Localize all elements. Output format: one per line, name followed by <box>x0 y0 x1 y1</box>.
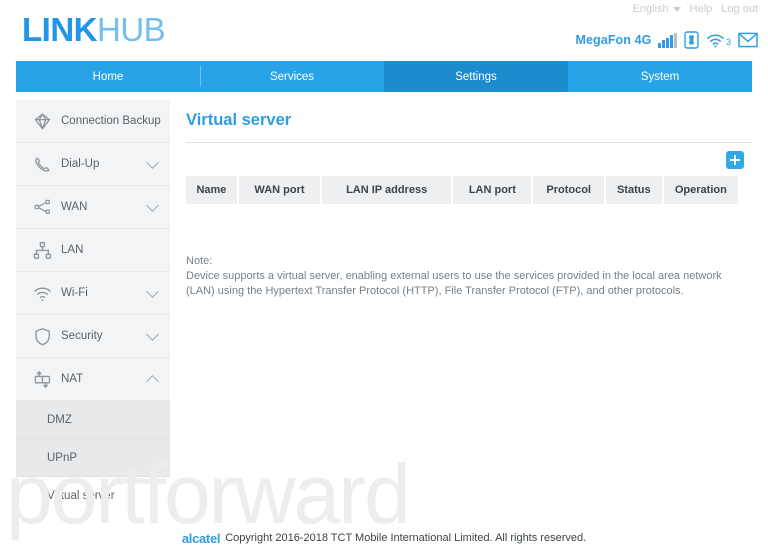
nav-item-home[interactable]: Home <box>16 61 200 92</box>
language-selector[interactable]: English <box>633 3 681 15</box>
table-column-header: Status <box>605 176 662 204</box>
sidebar-item-label: Security <box>61 330 103 342</box>
sidebar-item-lan[interactable]: LAN <box>16 229 170 272</box>
sidebar-subitem-dmz[interactable]: DMZ <box>16 401 170 439</box>
sidebar-subitem-label: DMZ <box>47 413 72 426</box>
nav-item-label: Settings <box>455 70 497 83</box>
wifi-client-count: 3 <box>725 36 731 47</box>
wifi-icon-group: 3 <box>706 33 731 48</box>
sidebar-item-nat[interactable]: NAT <box>16 358 170 401</box>
sim-card-icon <box>684 31 699 49</box>
nav-item-label: Home <box>92 70 124 83</box>
sidebar-item-dial-up[interactable]: Dial-Up <box>16 143 170 186</box>
table-column-header: LAN port <box>453 176 532 204</box>
sidebar-subitem-label: UPnP <box>47 451 78 464</box>
diamond-icon <box>32 111 53 132</box>
sidebar-item-label: LAN <box>61 244 84 256</box>
virtual-server-table-header: Name WAN port LAN IP address LAN port Protoc… <box>186 176 739 204</box>
wifi-icon <box>32 283 53 304</box>
logo-primary: LINK <box>22 11 98 48</box>
nav-item-settings[interactable]: Settings <box>384 61 568 92</box>
sidebar-subitem-label: Virtual server <box>47 490 115 502</box>
wifi-icon <box>707 33 724 47</box>
help-link[interactable]: Help <box>690 3 713 15</box>
sidebar-item-label: Connection Backup <box>61 115 161 127</box>
logout-link[interactable]: Log out <box>721 3 758 15</box>
nat-arrows-icon <box>32 369 53 390</box>
chevron-down-icon[interactable] <box>146 156 159 169</box>
table-column-header: WAN port <box>238 176 321 204</box>
status-bar: MegaFon 4G 3 <box>575 31 758 49</box>
shield-icon <box>32 326 53 347</box>
sidebar-item-label: Dial-Up <box>61 158 100 170</box>
nav-item-system[interactable]: System <box>568 61 752 92</box>
sidebar-item-label: NAT <box>61 373 84 385</box>
logo: LINKHUB <box>22 11 166 49</box>
add-rule-button[interactable] <box>726 151 744 169</box>
table-column-header: LAN IP address <box>322 176 452 204</box>
nav-item-services[interactable]: Services <box>200 61 384 92</box>
table-column-header: Operation <box>663 176 739 204</box>
chevron-down-icon[interactable] <box>146 328 159 341</box>
table-column-header: Protocol <box>533 176 604 204</box>
table-toolbar <box>186 143 752 176</box>
sidebar: Connection Backup Dial-Up WAN LAN Wi-Fi Secur… <box>16 100 170 515</box>
header-links: English Help Log out <box>633 3 758 15</box>
sidebar-item-security[interactable]: Security <box>16 315 170 358</box>
note-text: Device supports a virtual server, enabli… <box>186 270 722 297</box>
copyright-text: Copyright 2016-2018 TCT Mobile Internati… <box>225 532 587 544</box>
table-column-header: Name <box>186 176 237 204</box>
share-nodes-icon <box>32 197 53 218</box>
page-title: Virtual server <box>186 111 292 129</box>
sidebar-item-connection-backup[interactable]: Connection Backup <box>16 100 170 143</box>
sidebar-subitem-virtual-server[interactable]: Virtual server <box>16 477 170 515</box>
note-label: Note: <box>186 255 213 267</box>
main-content: Virtual server Name WAN port LAN IP addres… <box>186 100 752 299</box>
envelope-icon[interactable] <box>738 32 758 48</box>
nav-item-label: Services <box>269 70 315 83</box>
chevron-down-icon[interactable] <box>146 199 159 212</box>
chevron-down-icon <box>672 6 681 12</box>
carrier-label: MegaFon 4G <box>575 33 652 47</box>
sidebar-subitem-upnp[interactable]: UPnP <box>16 439 170 477</box>
signal-bars-icon <box>658 32 677 48</box>
phone-icon <box>32 154 53 175</box>
main-navigation: Home Services Settings System <box>16 61 752 92</box>
sidebar-item-label: WAN <box>61 201 88 213</box>
sidebar-item-wan[interactable]: WAN <box>16 186 170 229</box>
logo-secondary: HUB <box>97 11 166 48</box>
alcatel-logo: alcatel <box>181 530 221 546</box>
language-label: English <box>632 3 669 15</box>
page-root: portforward LINKHUB English Help Log out… <box>0 0 768 558</box>
network-tree-icon <box>32 240 53 261</box>
nav-divider <box>200 66 201 87</box>
note-block: Note: Device supports a virtual server, … <box>186 254 746 299</box>
sidebar-item-wi-fi[interactable]: Wi-Fi <box>16 272 170 315</box>
header: LINKHUB English Help Log out MegaFon 4G <box>0 0 768 60</box>
footer: alcatel Copyright 2016-2018 TCT Mobile I… <box>0 527 768 549</box>
nav-item-label: System <box>640 70 680 83</box>
chevron-down-icon[interactable] <box>146 285 159 298</box>
chevron-up-icon[interactable] <box>146 375 159 388</box>
sidebar-item-label: Wi-Fi <box>61 287 88 299</box>
